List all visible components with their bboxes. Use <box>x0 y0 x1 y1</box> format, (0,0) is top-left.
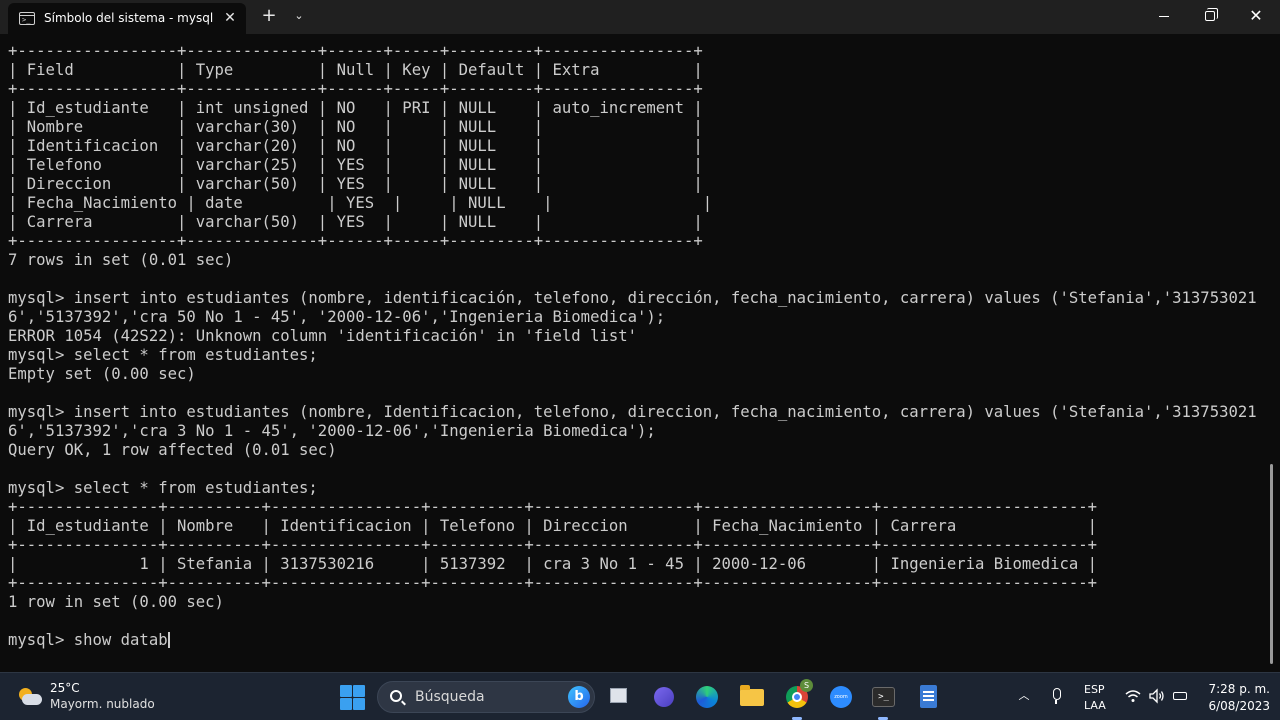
terminal-prompt-line[interactable]: mysql> show datab <box>8 631 170 650</box>
zoom-icon: zoom <box>830 686 852 708</box>
terminal-tab-icon: >_ <box>19 12 35 25</box>
battery-icon[interactable] <box>1172 687 1190 705</box>
weather-temperature: 25°C <box>50 681 80 695</box>
notepad-app-button[interactable] <box>912 681 944 713</box>
terminal-line: +---------------+----------+------------… <box>8 536 1098 554</box>
weather-condition: Mayorm. nublado <box>50 697 155 711</box>
close-window-button[interactable]: ✕ <box>1233 0 1279 32</box>
volume-icon[interactable] <box>1148 687 1166 705</box>
title-bar: >_ Símbolo del sistema - mysql ✕ + ⌄ ✕ <box>0 0 1280 34</box>
microphone-icon[interactable] <box>1048 687 1064 705</box>
terminal-line: | Id_estudiante | int unsigned | NO | PR… <box>8 99 703 117</box>
search-placeholder: Búsqueda <box>415 689 485 705</box>
zoom-app-button[interactable]: zoom <box>825 681 857 713</box>
terminal-line: Empty set (0.00 sec) <box>8 365 196 383</box>
terminal-line: | Carrera | varchar(50) | YES | | NULL |… <box>8 213 703 231</box>
terminal-line: 6','5137392','cra 3 No 1 - 45', '2000-12… <box>8 422 656 440</box>
terminal-line: | Field | Type | Null | Key | Default | … <box>8 61 703 79</box>
taskbar: 25°C Mayorm. nublado Búsqueda b S zoom >… <box>0 672 1280 720</box>
terminal-icon: >_ <box>872 687 895 707</box>
notepad-icon <box>920 685 937 708</box>
terminal-line: Query OK, 1 row affected (0.01 sec) <box>8 441 337 459</box>
tab-title: Símbolo del sistema - mysql <box>44 11 214 25</box>
terminal-line: +---------------+----------+------------… <box>8 574 1098 592</box>
terminal-line: +---------------+----------+------------… <box>8 498 1098 516</box>
task-view-button[interactable] <box>605 681 637 713</box>
profile-badge: S <box>800 679 813 692</box>
terminal-output[interactable]: +-----------------+--------------+------… <box>0 34 1268 672</box>
terminal-line: +-----------------+--------------+------… <box>8 232 703 250</box>
terminal-line: +-----------------+--------------+------… <box>8 42 703 60</box>
minimize-button[interactable] <box>1141 0 1187 32</box>
terminal-line: | Fecha_Nacimiento | date | YES | | NULL… <box>8 194 713 212</box>
tab-dropdown-icon[interactable]: ⌄ <box>288 4 310 28</box>
edge-browser-icon <box>696 686 718 708</box>
meet-app-button[interactable] <box>648 681 680 713</box>
bing-icon[interactable]: b <box>568 686 590 708</box>
terminal-line: 6','5137392','cra 50 No 1 - 45', '2000-1… <box>8 308 666 326</box>
tab-mysql[interactable]: >_ Símbolo del sistema - mysql ✕ <box>8 3 246 34</box>
meet-camera-icon <box>654 687 674 707</box>
terminal-line: | 1 | Stefania | 3137530216 | 5137392 | … <box>8 555 1098 573</box>
clock-date[interactable]: 6/08/2023 <box>1200 699 1270 713</box>
terminal-line: 7 rows in set (0.01 sec) <box>8 251 234 269</box>
terminal-line: | Id_estudiante | Nombre | Identificacio… <box>8 517 1098 535</box>
file-explorer-button[interactable] <box>736 681 768 713</box>
input-language[interactable]: ESP <box>1084 683 1105 696</box>
taskbar-search-box[interactable]: Búsqueda b <box>377 681 595 713</box>
terminal-line: ERROR 1054 (42S22): Unknown column 'iden… <box>8 327 638 345</box>
terminal-line: mysql> insert into estudiantes (nombre, … <box>8 289 1257 307</box>
terminal-line: | Direccion | varchar(50) | YES | | NULL… <box>8 175 703 193</box>
terminal-line: | Telefono | varchar(25) | YES | | NULL … <box>8 156 703 174</box>
close-tab-icon[interactable]: ✕ <box>220 8 240 28</box>
terminal-app-button[interactable]: >_ <box>867 681 899 720</box>
wifi-icon[interactable] <box>1124 687 1142 705</box>
terminal-line: mysql> insert into estudiantes (nombre, … <box>8 403 1257 421</box>
chrome-app-button[interactable]: S <box>781 679 813 720</box>
terminal-line: mysql> select * from estudiantes; <box>8 479 318 497</box>
weather-widget[interactable]: 25°C Mayorm. nublado <box>14 679 184 715</box>
terminal-line: 1 row in set (0.00 sec) <box>8 593 224 611</box>
prompt-text: mysql> show datab <box>8 631 168 649</box>
keyboard-layout[interactable]: LAA <box>1084 699 1106 712</box>
terminal-line: | Nombre | varchar(30) | NO | | NULL | | <box>8 118 703 136</box>
terminal-line: mysql> select * from estudiantes; <box>8 346 318 364</box>
terminal-line: | Identificacion | varchar(20) | NO | | … <box>8 137 703 155</box>
search-icon <box>390 690 402 702</box>
partly-cloudy-icon <box>16 685 42 709</box>
new-tab-button[interactable]: + <box>258 4 280 28</box>
text-cursor <box>167 632 170 648</box>
clock-time[interactable]: 7:28 p. m. <box>1200 682 1270 696</box>
maximize-button[interactable] <box>1187 0 1233 32</box>
edge-app-button[interactable] <box>691 681 723 713</box>
terminal-scrollbar[interactable] <box>1270 464 1273 664</box>
windows-start-icon[interactable] <box>338 683 366 711</box>
show-hidden-icons-chevron-icon[interactable]: ︿ <box>1015 687 1033 705</box>
terminal-line: +-----------------+--------------+------… <box>8 80 703 98</box>
folder-icon <box>740 685 764 706</box>
task-view-icon <box>610 684 632 703</box>
